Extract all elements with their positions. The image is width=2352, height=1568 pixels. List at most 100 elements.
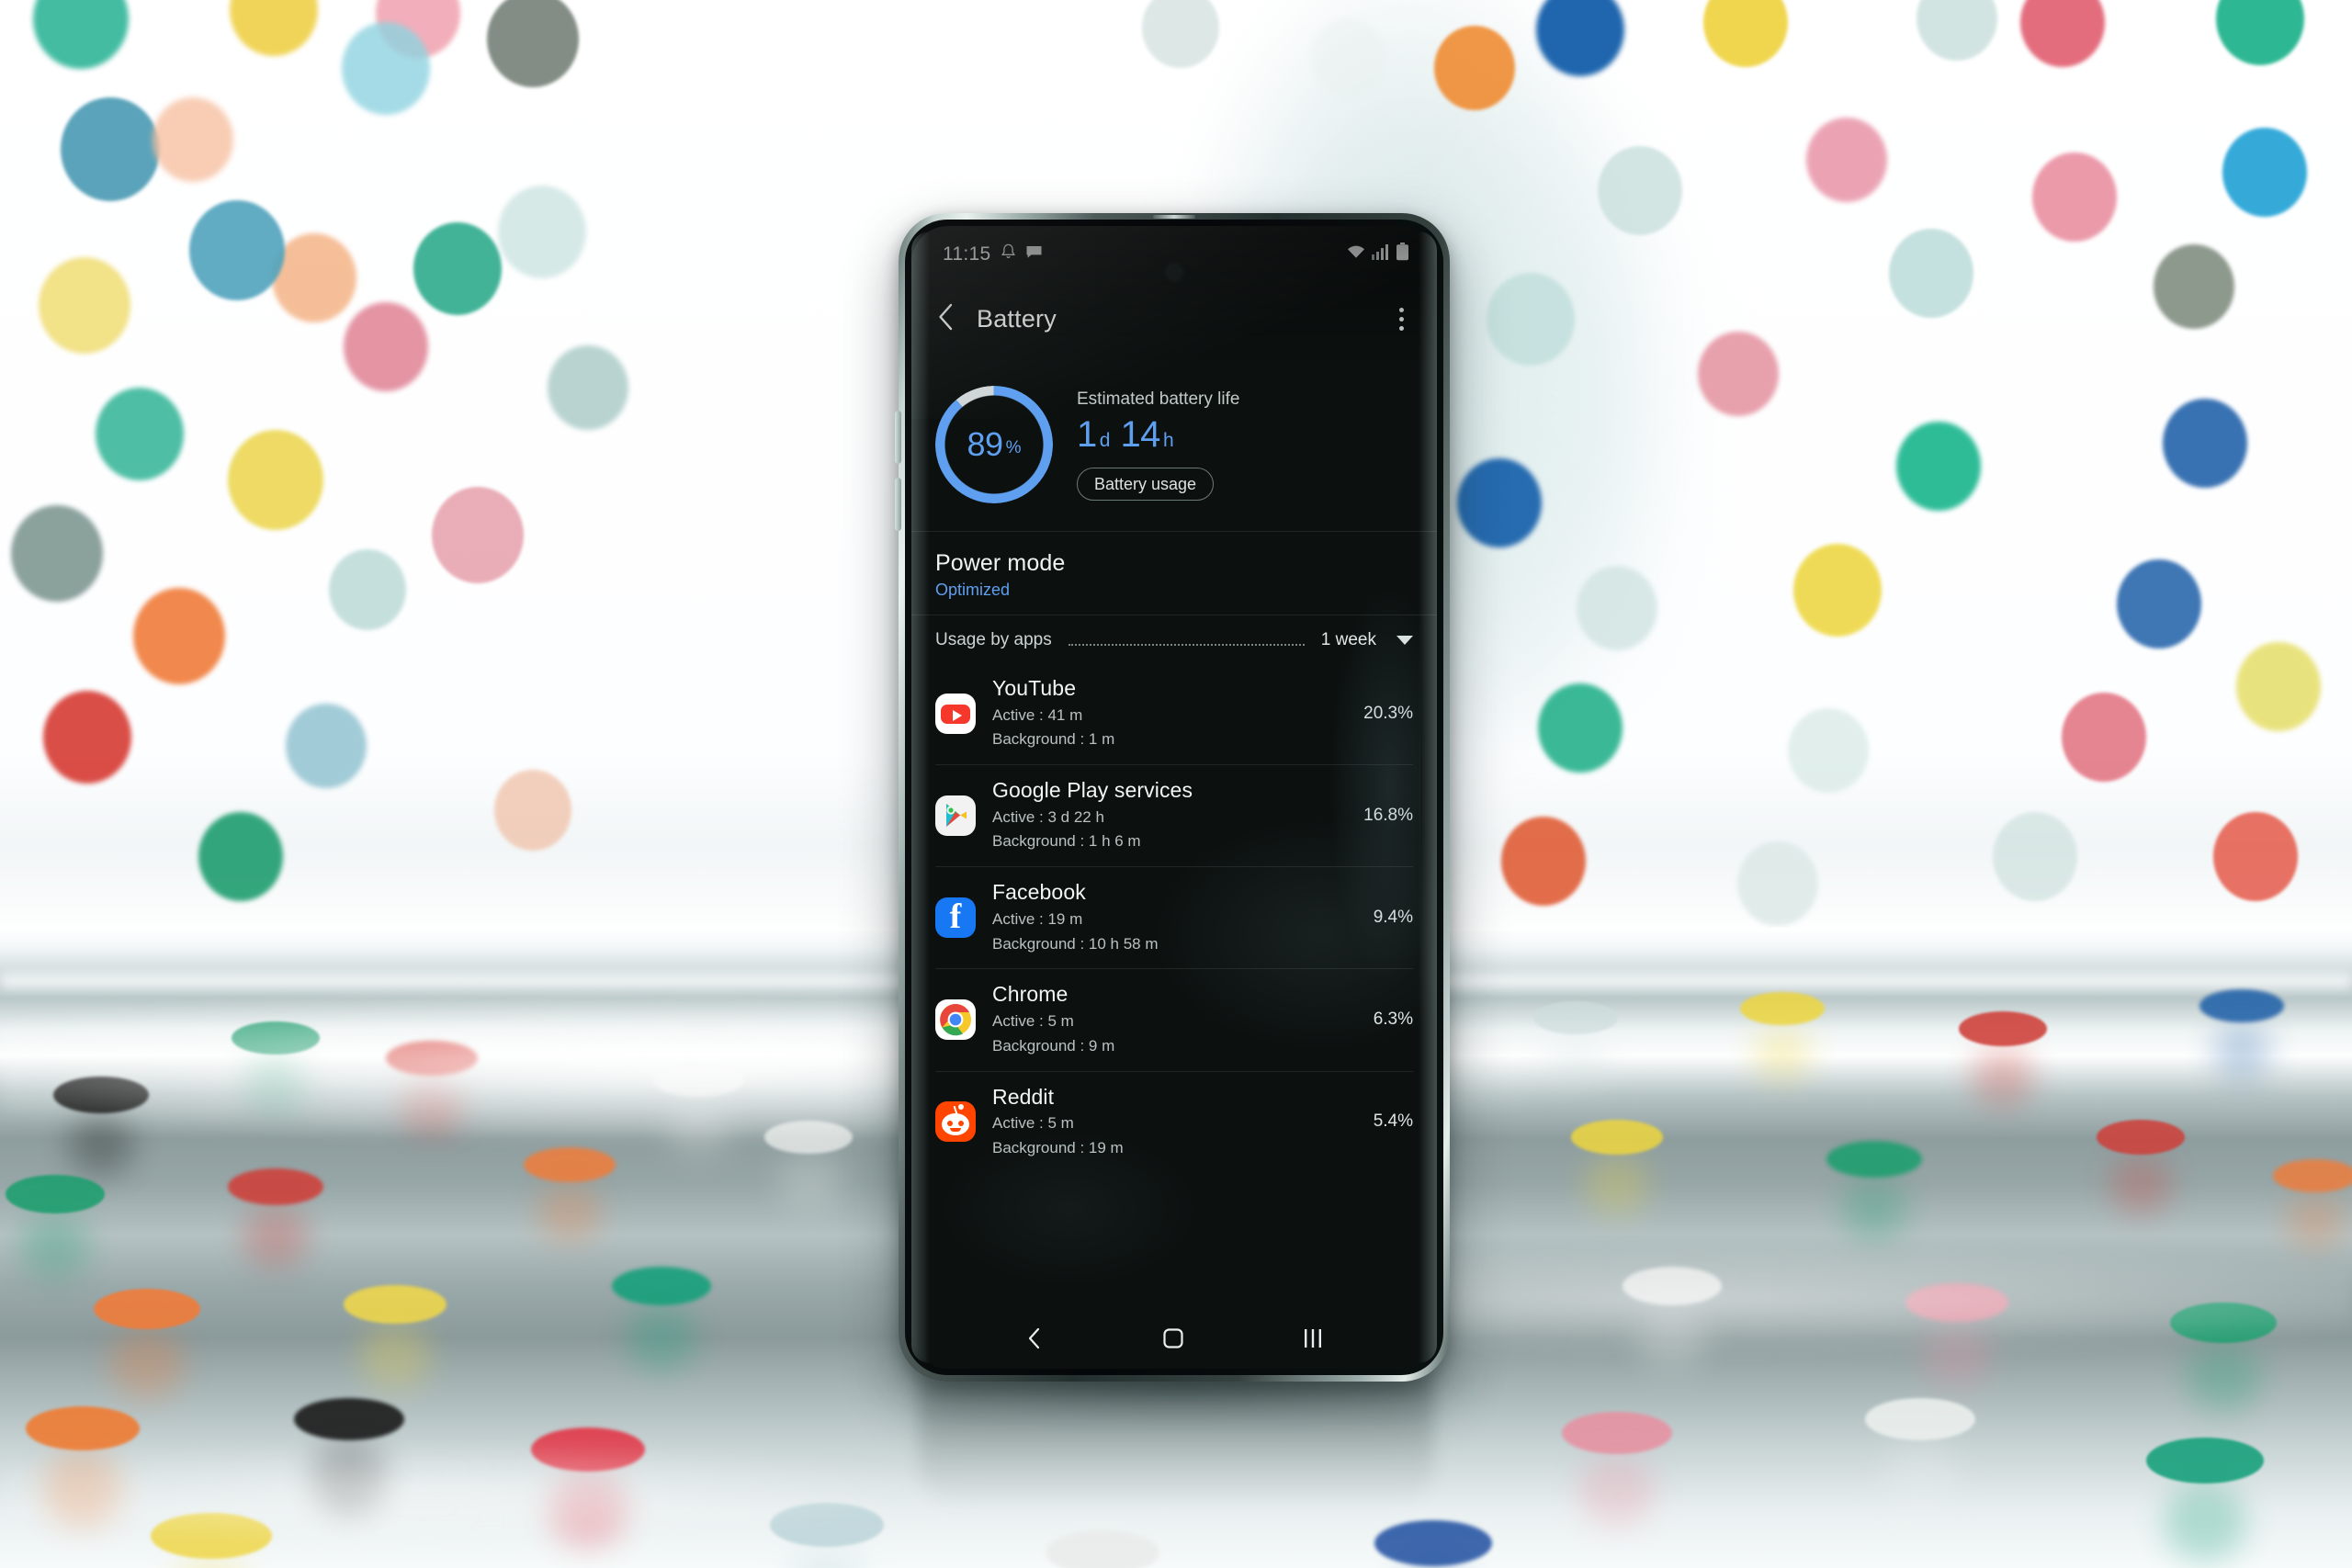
usage-period-value[interactable]: 1 week: [1321, 630, 1376, 650]
status-bar-left: 11:15: [943, 243, 1043, 266]
message-icon: [1025, 244, 1043, 265]
navigation-bar: [911, 1312, 1437, 1369]
wall-dot: [228, 430, 323, 530]
wall-dot: [1698, 332, 1779, 416]
wall-dot: [1889, 229, 1973, 318]
battery-usage-button[interactable]: Battery usage: [1077, 468, 1214, 501]
battery-icon: [1396, 243, 1409, 266]
wall-dot: [1896, 422, 1981, 511]
app-battery-percent: 6.3%: [1364, 1010, 1413, 1030]
nav-back-icon[interactable]: [1025, 1326, 1044, 1355]
app-usage-list: YouTube Active : 41 m Background : 1 m 20.3…: [911, 663, 1437, 1312]
wall-dot: [498, 186, 586, 278]
facebook-icon: f: [935, 897, 976, 938]
wall-dot: [43, 691, 131, 784]
nav-recents-icon[interactable]: [1303, 1327, 1323, 1354]
app-active-time: Active : 41 m: [992, 705, 1338, 727]
app-background-time: Background : 10 h 58 m: [992, 934, 1348, 955]
battery-summary: 89 % Estimated battery life 1 d 14 h Bat…: [911, 355, 1437, 531]
back-arrow-icon[interactable]: [937, 303, 955, 335]
app-usage-row[interactable]: YouTube Active : 41 m Background : 1 m 20.3…: [935, 663, 1413, 764]
power-mode-row[interactable]: Power mode Optimized: [911, 532, 1437, 615]
app-background-time: Background : 1 m: [992, 729, 1338, 750]
volume-down-button[interactable]: [895, 478, 901, 531]
battery-percent-value: 89: [967, 425, 1003, 464]
wall-dot: [413, 222, 502, 315]
app-usage-row[interactable]: f Facebook Active : 19 m Background : 10 h …: [935, 866, 1413, 968]
app-name: Google Play services: [992, 778, 1338, 804]
battery-percent-symbol: %: [1006, 438, 1022, 458]
app-usage-row[interactable]: Chrome Active : 5 m Background : 9 m 6.3%: [935, 968, 1413, 1070]
youtube-icon: [935, 694, 976, 734]
reddit-icon: [935, 1101, 976, 1142]
app-name: YouTube: [992, 676, 1338, 702]
app-battery-percent: 5.4%: [1364, 1111, 1413, 1132]
phone-screen: 11:15 Battery 89 % Estimated battery lif…: [911, 226, 1437, 1369]
estimated-battery-life-value: 1 d 14 h: [1077, 414, 1239, 456]
smartphone-device: 11:15 Battery 89 % Estimated battery lif…: [899, 213, 1450, 1382]
estimate-days-unit: d: [1100, 430, 1111, 452]
app-usage-text: Chrome Active : 5 m Background : 9 m: [992, 982, 1348, 1056]
wall-dot: [1598, 146, 1682, 235]
app-usage-row[interactable]: Google Play services Active : 3 d 22 h Bac…: [935, 764, 1413, 866]
power-mode-title: Power mode: [935, 550, 1413, 577]
wall-dot: [494, 770, 571, 851]
wall-dot: [1538, 683, 1623, 773]
more-options-icon[interactable]: [1394, 300, 1409, 338]
app-background-time: Background : 1 h 6 m: [992, 831, 1338, 852]
estimate-hours-value: 14: [1120, 414, 1160, 456]
battery-percent-group: 89 %: [935, 386, 1053, 503]
google-play-services-icon: [935, 795, 976, 836]
estimated-battery-life-label: Estimated battery life: [1077, 389, 1239, 410]
screenshot-scene: 11:15 Battery 89 % Estimated battery lif…: [0, 0, 2352, 1568]
wall-dot: [1310, 18, 1387, 99]
front-camera-icon: [1169, 266, 1181, 278]
app-active-time: Active : 5 m: [992, 1011, 1348, 1032]
wall-dot: [153, 97, 233, 182]
app-usage-text: Reddit Active : 5 m Background : 19 m: [992, 1085, 1348, 1159]
chrome-icon: [935, 999, 976, 1040]
app-background-time: Background : 9 m: [992, 1036, 1348, 1057]
app-active-time: Active : 5 m: [992, 1113, 1348, 1134]
app-battery-percent: 20.3%: [1354, 704, 1413, 724]
app-background-time: Background : 19 m: [992, 1138, 1348, 1159]
app-name: Chrome: [992, 982, 1348, 1008]
page-title: Battery: [977, 305, 1057, 333]
wall-dot: [2062, 693, 2146, 782]
wall-dot: [96, 388, 184, 480]
wall-dot: [1788, 708, 1869, 793]
wall-dot: [432, 487, 524, 583]
wall-dot: [133, 588, 225, 684]
estimate-hours-unit: h: [1163, 430, 1174, 452]
battery-ring-gauge: 89 %: [935, 386, 1053, 503]
wall-dot: [1737, 841, 1818, 926]
app-bar: Battery: [911, 283, 1437, 355]
notification-bell-icon: [1001, 243, 1016, 266]
nav-home-icon[interactable]: [1162, 1327, 1184, 1354]
chevron-down-icon[interactable]: [1396, 636, 1413, 645]
signal-bars-icon: [1372, 243, 1390, 265]
usage-by-apps-label: Usage by apps: [935, 630, 1052, 650]
wall-dot: [329, 549, 406, 630]
wall-dot: [1806, 118, 1887, 202]
wall-dot: [548, 345, 628, 430]
wall-dot: [2213, 812, 2298, 901]
wall-dot: [2117, 559, 2201, 649]
status-bar-clock: 11:15: [943, 243, 991, 265]
wall-dot: [1993, 812, 2077, 901]
wall-dot: [1487, 273, 1575, 366]
app-battery-percent: 16.8%: [1354, 806, 1413, 826]
app-usage-text: Google Play services Active : 3 d 22 h Bac…: [992, 778, 1338, 852]
app-active-time: Active : 3 d 22 h: [992, 807, 1338, 829]
battery-settings-ui: 11:15 Battery 89 % Estimated battery lif…: [911, 226, 1437, 1369]
wall-dot: [1434, 26, 1515, 110]
volume-up-button[interactable]: [895, 411, 901, 464]
wall-dot: [189, 200, 285, 300]
power-mode-value: Optimized: [935, 581, 1413, 600]
phone-reflection: [919, 1376, 1433, 1505]
app-name: Facebook: [992, 880, 1348, 906]
wall-dot: [1577, 566, 1657, 650]
app-usage-row[interactable]: Reddit Active : 5 m Background : 19 m 5.4%: [935, 1071, 1413, 1173]
wall-dot: [2163, 399, 2247, 488]
wall-dot: [11, 505, 103, 602]
